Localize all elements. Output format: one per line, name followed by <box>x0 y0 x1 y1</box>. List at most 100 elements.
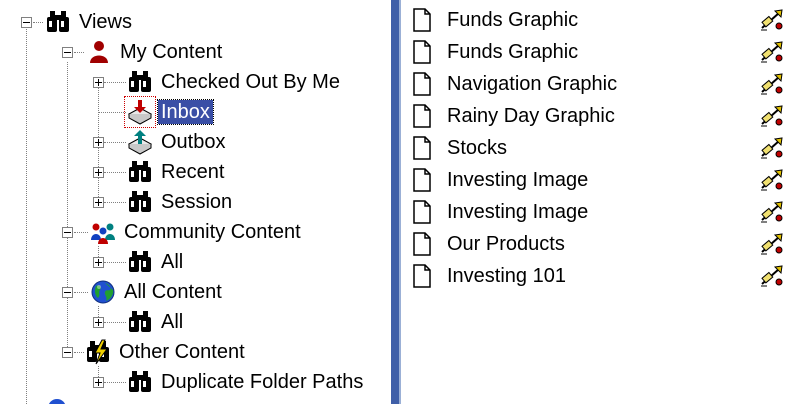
edit-tools-icon[interactable] <box>759 168 785 192</box>
pane-splitter[interactable] <box>391 0 401 404</box>
tree-node-label: All <box>161 311 184 333</box>
tree-node-my-content[interactable]: My Content <box>85 37 225 67</box>
tree-line <box>104 82 126 83</box>
tree-line <box>26 22 27 404</box>
binoculars-icon <box>126 368 154 396</box>
document-icon <box>413 40 431 64</box>
binoculars-icon <box>126 188 154 216</box>
tree-node-label: Views <box>79 11 132 33</box>
tree-line <box>74 352 84 353</box>
list-item[interactable]: Investing Image <box>403 196 789 228</box>
tree-node-label: Community Content <box>124 221 301 243</box>
list-item[interactable]: Rainy Day Graphic <box>403 100 789 132</box>
tree-node-all-content[interactable]: All Content <box>89 277 225 307</box>
tree-node-checked-out-by-me[interactable]: Checked Out By Me <box>126 67 343 97</box>
tree-node-duplicate-folder-paths[interactable]: Duplicate Folder Paths <box>126 367 366 397</box>
tree-node-views[interactable]: Views <box>44 7 135 37</box>
expand-community-all-button[interactable] <box>93 257 104 268</box>
tree-node-label: Duplicate Folder Paths <box>161 371 364 393</box>
tree-node-community-all[interactable]: All <box>126 247 186 277</box>
tree-node-label: Outbox <box>161 131 226 153</box>
partial-node-icon <box>48 399 66 404</box>
tree-node-label: Other Content <box>119 341 245 363</box>
list-item-name: Navigation Graphic <box>447 72 618 95</box>
list-item[interactable]: Funds Graphic <box>403 4 789 36</box>
tree-node-label: My Content <box>120 41 223 63</box>
list-item[interactable]: Our Products <box>403 228 789 260</box>
binoculars-icon <box>126 308 154 336</box>
tree-node-all-content-all[interactable]: All <box>126 307 186 337</box>
tree-node-label: All <box>161 251 184 273</box>
expand-session-button[interactable] <box>93 197 104 208</box>
list-item[interactable]: Investing Image <box>403 164 789 196</box>
document-icon <box>413 200 431 224</box>
tree-node-label: Inbox <box>157 99 214 125</box>
folder-tree[interactable]: Views My Content Checked Out By Me Inbox… <box>0 0 391 404</box>
collapse-views-button[interactable] <box>21 17 32 28</box>
outbox-icon <box>127 130 153 155</box>
list-item[interactable]: Stocks <box>403 132 789 164</box>
tree-line <box>74 52 84 53</box>
tree-line <box>74 292 88 293</box>
binoculars-lightning-icon <box>84 339 112 365</box>
document-icon <box>413 264 431 288</box>
content-list[interactable]: Funds Graphic Funds Graphic Navigation G… <box>403 0 789 404</box>
list-item-name: Rainy Day Graphic <box>447 104 615 127</box>
expand-all-content-all-button[interactable] <box>93 317 104 328</box>
list-item-name: Investing Image <box>447 200 589 223</box>
expand-checked-out-button[interactable] <box>93 77 104 88</box>
user-icon <box>90 41 108 63</box>
tree-line <box>67 62 68 353</box>
collapse-community-content-button[interactable] <box>62 227 73 238</box>
collapse-my-content-button[interactable] <box>62 47 73 58</box>
binoculars-icon <box>126 68 154 96</box>
document-icon <box>413 8 431 32</box>
users-group-icon <box>91 223 115 244</box>
list-item-name: Our Products <box>447 232 565 255</box>
globe-icon <box>91 280 115 304</box>
tree-node-session[interactable]: Session <box>126 187 235 217</box>
tree-line <box>104 142 126 143</box>
list-item[interactable]: Navigation Graphic <box>403 68 789 100</box>
binoculars-icon <box>44 8 72 36</box>
tree-node-outbox[interactable]: Outbox <box>126 127 228 157</box>
tree-node-label: Checked Out By Me <box>161 71 340 93</box>
tree-node-inbox[interactable]: Inbox <box>124 96 214 128</box>
tree-line <box>104 382 126 383</box>
tree-line <box>104 172 126 173</box>
edit-tools-icon[interactable] <box>759 72 785 96</box>
expand-recent-button[interactable] <box>93 167 104 178</box>
binoculars-icon <box>126 158 154 186</box>
list-item-name: Investing 101 <box>447 264 566 287</box>
edit-tools-icon[interactable] <box>759 40 785 64</box>
edit-tools-icon[interactable] <box>759 200 785 224</box>
edit-tools-icon[interactable] <box>759 264 785 288</box>
list-item[interactable]: Investing 101 <box>403 260 789 292</box>
list-item[interactable]: Funds Graphic <box>403 36 789 68</box>
expand-outbox-button[interactable] <box>93 137 104 148</box>
collapse-other-content-button[interactable] <box>62 347 73 358</box>
collapse-all-content-button[interactable] <box>62 287 73 298</box>
tree-node-recent[interactable]: Recent <box>126 157 227 187</box>
edit-tools-icon[interactable] <box>759 136 785 160</box>
tree-line <box>33 22 43 23</box>
list-item-name: Funds Graphic <box>447 40 579 63</box>
list-item-name: Investing Image <box>447 168 589 191</box>
inbox-icon <box>124 96 156 128</box>
edit-tools-icon[interactable] <box>759 8 785 32</box>
tree-node-label: All Content <box>124 281 222 303</box>
edit-tools-icon[interactable] <box>759 104 785 128</box>
tree-line <box>104 202 126 203</box>
tree-line <box>98 112 126 113</box>
expand-duplicate-folder-paths-button[interactable] <box>93 377 104 388</box>
list-item-name: Funds Graphic <box>447 8 579 31</box>
tree-node-label: Session <box>161 191 233 213</box>
tree-node-other-content[interactable]: Other Content <box>84 337 248 367</box>
tree-line <box>104 262 126 263</box>
document-icon <box>413 72 431 96</box>
edit-tools-icon[interactable] <box>759 232 785 256</box>
document-icon <box>413 104 431 128</box>
tree-node-community-content[interactable]: Community Content <box>89 217 304 247</box>
tree-line <box>74 232 88 233</box>
document-icon <box>413 168 431 192</box>
